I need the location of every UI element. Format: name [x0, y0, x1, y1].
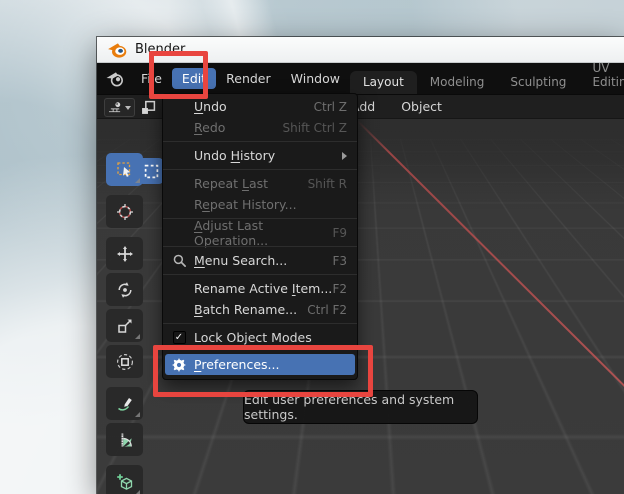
transform-icon — [116, 353, 134, 371]
render-menu-button[interactable]: Render — [216, 68, 281, 89]
desktop-wallpaper: Blender FileEditRenderWindowHelp LayoutM… — [0, 0, 624, 494]
window-menu-button[interactable]: Window — [281, 68, 350, 89]
menu-item-undo-history[interactable]: Undo History — [163, 145, 357, 166]
menu-item-menu-search[interactable]: Menu Search... F3 — [163, 250, 357, 271]
accelerator-letter: L — [242, 176, 249, 191]
menu-item-label: Menu Search... — [194, 253, 287, 268]
menu-item-label: Preferences... — [194, 357, 279, 372]
move-tool-button[interactable] — [106, 237, 143, 270]
tab-layout[interactable]: Layout — [350, 71, 417, 94]
subtool-corner-icon — [135, 412, 140, 417]
add-cube-icon — [116, 473, 134, 491]
cursor-icon — [116, 203, 134, 221]
blender-window: Blender FileEditRenderWindowHelp LayoutM… — [97, 37, 624, 494]
menu-item-redo[interactable]: Redo Shift Ctrl Z — [163, 117, 357, 138]
edit-menu-button[interactable]: Edit — [172, 68, 216, 89]
menu-separator — [163, 243, 357, 250]
edit-menu-dropdown: Undo Ctrl Z Redo Shift Ctrl Z Undo History Re… — [162, 93, 358, 380]
menu-item-repeat-last[interactable]: Repeat Last Shift R — [163, 173, 357, 194]
menu-item-preferences[interactable]: Preferences... — [165, 354, 355, 375]
accelerator-letter: P — [194, 357, 201, 372]
menu-item-label: Batch Rename... — [194, 302, 297, 317]
select-box-icon — [116, 161, 134, 179]
tooltip-text: Edit user preferences and system setting… — [244, 392, 477, 422]
blender-logo-icon — [107, 42, 127, 58]
menu-item-label: Rename Active Item... — [194, 281, 332, 296]
submenu-arrow-icon — [342, 152, 347, 160]
accelerator-letter: H — [231, 148, 240, 163]
menu-item-shortcut: F2 — [332, 282, 347, 296]
scale-tool-button[interactable] — [106, 309, 143, 342]
chevron-down-icon — [125, 106, 131, 110]
measure-icon — [116, 431, 134, 449]
tab-sculpting[interactable]: Sculpting — [497, 71, 579, 94]
select-box-tool-button[interactable] — [106, 153, 143, 186]
add-cube-tool-button[interactable] — [106, 465, 143, 494]
search-icon — [171, 253, 187, 269]
blender-app-menu-icon[interactable] — [104, 70, 128, 88]
accelerator-letter: B — [194, 302, 203, 317]
subtool-corner-icon — [135, 178, 140, 183]
menu-separator — [163, 138, 357, 145]
object-mode-icon — [140, 100, 157, 115]
object-menu-button[interactable]: Object — [399, 97, 444, 116]
accelerator-letter: A — [194, 218, 202, 233]
workspace-tabs: LayoutModelingSculptingUV Editing — [350, 72, 624, 94]
tab-uv-editing[interactable]: UV Editing — [579, 57, 624, 94]
menu-item-label: Repeat Last — [194, 176, 268, 191]
subtool-corner-icon — [135, 490, 140, 494]
measure-tool-button[interactable] — [106, 423, 143, 456]
gear-icon — [171, 357, 187, 373]
transform-tool-button[interactable] — [106, 345, 143, 378]
accelerator-letter: I — [292, 281, 296, 296]
menu-item-repeat-history[interactable]: Repeat History... — [163, 194, 357, 215]
topbar: FileEditRenderWindowHelp LayoutModelingS… — [97, 63, 624, 94]
annotate-tool-button[interactable] — [106, 387, 143, 420]
tooltip: Edit user preferences and system setting… — [243, 390, 478, 424]
menu-item-undo[interactable]: Undo Ctrl Z — [163, 96, 357, 117]
subtool-corner-icon — [135, 334, 140, 339]
menu-item-label: Lock Object Modes — [194, 330, 312, 345]
accelerator-letter: M — [194, 253, 205, 268]
menu-item-batch-rename[interactable]: Batch Rename... Ctrl F2 — [163, 299, 357, 320]
accelerator-letter: e — [202, 197, 210, 212]
menu-item-label: Undo — [194, 99, 227, 114]
menu-separator — [163, 166, 357, 173]
menu-item-shortcut: F3 — [332, 254, 347, 268]
accelerator-letter: R — [194, 120, 202, 135]
menu-item-shortcut: Shift Ctrl Z — [283, 121, 347, 135]
tool-shelf — [106, 153, 143, 494]
editor-type-icon — [108, 101, 123, 114]
rotate-tool-button[interactable] — [106, 273, 143, 306]
file-menu-button[interactable]: File — [131, 68, 172, 89]
menu-item-label: Redo — [194, 120, 225, 135]
menu-item-rename-active-item[interactable]: Rename Active Item...F2 — [163, 278, 357, 299]
menu-separator — [163, 320, 357, 327]
checkbox-checked-icon[interactable]: ✓ — [171, 330, 187, 346]
menu-separator — [163, 271, 357, 278]
tab-modeling[interactable]: Modeling — [417, 71, 498, 94]
window-titlebar[interactable]: Blender — [97, 37, 624, 63]
accelerator-letter: U — [194, 99, 203, 114]
move-icon — [116, 245, 134, 263]
menu-item-shortcut: Shift R — [308, 177, 347, 191]
menu-item-lock-object-modes[interactable]: ✓ Lock Object Modes — [163, 327, 357, 348]
mode-dropdown-partial[interactable] — [140, 98, 162, 117]
menu-item-label: Undo History — [194, 148, 275, 163]
viewport-header-menus: AddObject — [349, 95, 444, 118]
window-title: Blender — [135, 42, 185, 57]
annotate-icon — [116, 395, 134, 413]
editor-type-button[interactable] — [104, 98, 135, 117]
checkbox[interactable]: ✓ — [173, 331, 186, 344]
menu-item-adjust-last-operation[interactable]: Adjust Last Operation...F9 — [163, 222, 357, 243]
menu-item-shortcut: F9 — [332, 226, 347, 240]
cursor-tool-button[interactable] — [106, 195, 143, 228]
scale-icon — [116, 317, 134, 335]
menu-item-shortcut: Ctrl F2 — [307, 303, 347, 317]
menu-item-shortcut: Ctrl Z — [314, 100, 347, 114]
rotate-icon — [116, 281, 134, 299]
menu-item-label: Repeat History... — [194, 197, 297, 212]
